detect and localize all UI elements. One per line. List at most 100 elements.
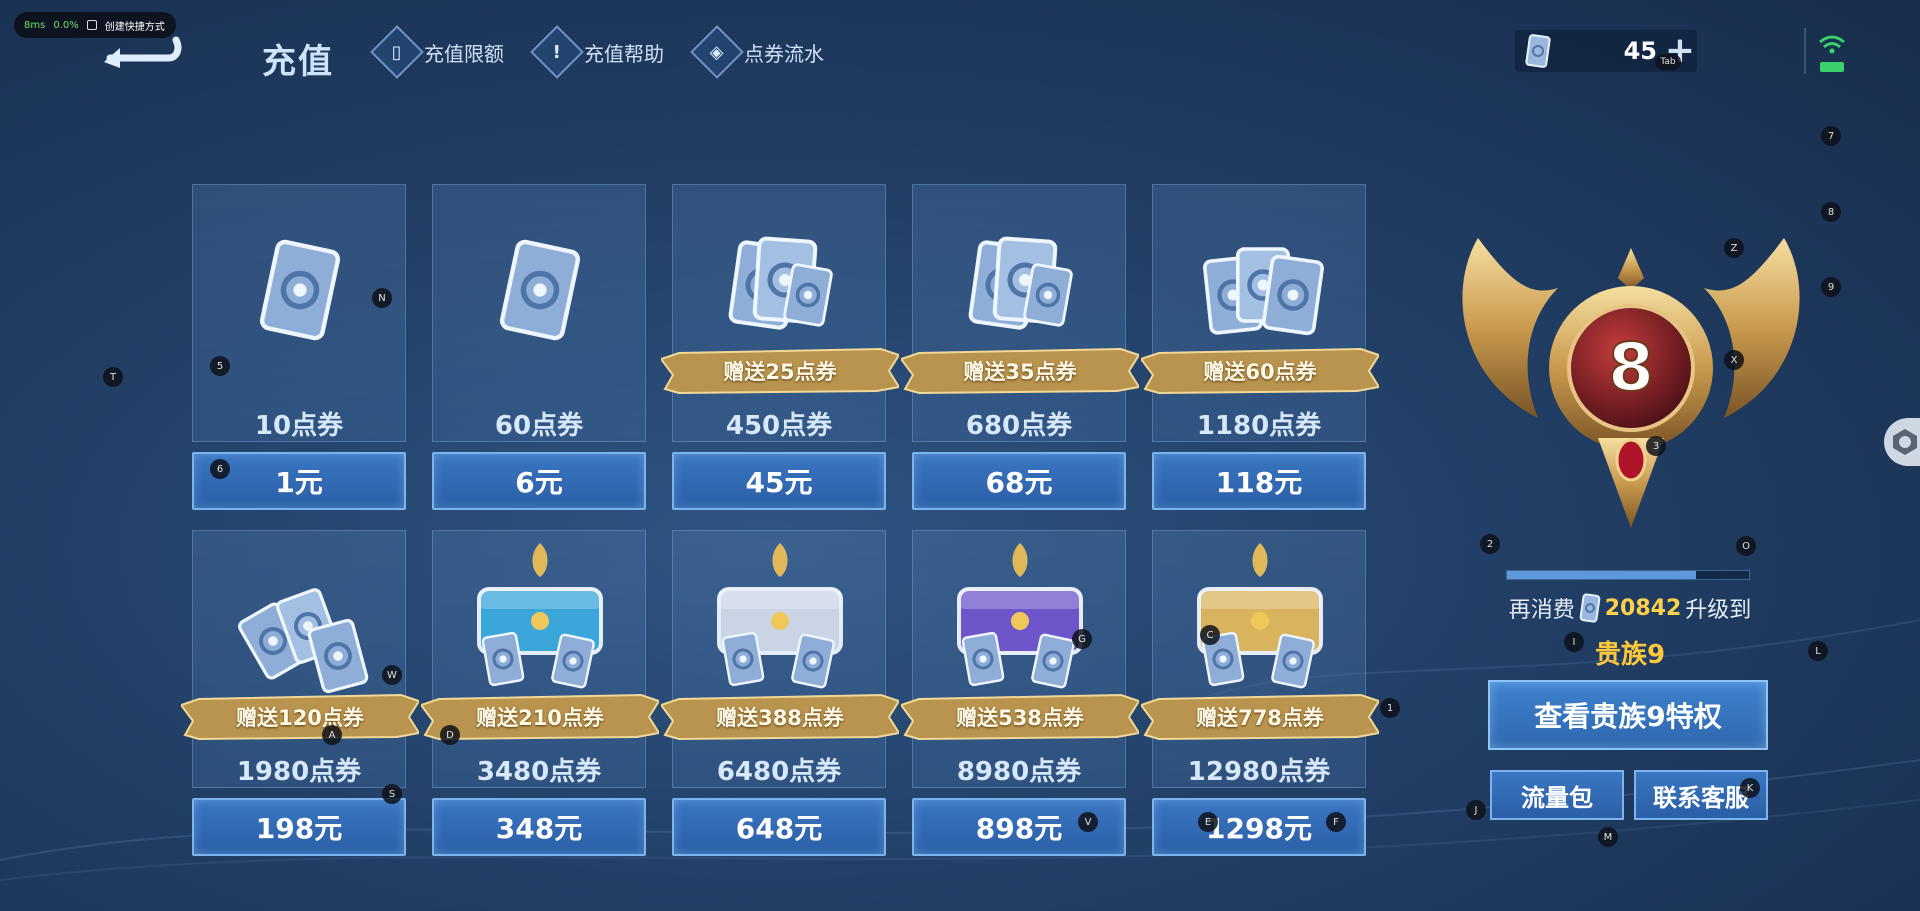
product-card[interactable]: 赠送25点券 450点券 xyxy=(659,184,901,442)
coupon-history-label: 点券流水 xyxy=(744,41,824,66)
bonus-text: 赠送35点券 xyxy=(963,360,1077,384)
bonus-text: 赠送778点券 xyxy=(1196,706,1324,730)
exclamation-icon: ! xyxy=(530,25,584,79)
points-amount: 12980点券 xyxy=(1187,757,1331,787)
buy-price-button[interactable]: 348元 xyxy=(432,798,646,856)
product-card[interactable]: 赠送778点券 12980点券 xyxy=(1139,530,1381,788)
hotkey-hint: K xyxy=(1740,778,1760,798)
hotkey-hint: J xyxy=(1466,800,1486,820)
hotkey-hint: F xyxy=(1326,812,1346,832)
points-amount: 3480点券 xyxy=(476,757,602,787)
recharge-help-link[interactable]: ! 充值帮助 xyxy=(530,25,664,79)
hotkey-hint: N xyxy=(372,288,392,308)
points-amount: 60点券 xyxy=(494,411,584,441)
hotkey-hint: G xyxy=(1072,629,1092,649)
hotkey-hint: T xyxy=(103,367,123,387)
product-card[interactable]: 赠送35点券 680点券 xyxy=(899,184,1141,442)
buy-price-button[interactable]: 648元 xyxy=(672,798,886,856)
page-title: 充值 xyxy=(262,42,334,82)
bonus-text: 赠送60点券 xyxy=(1203,360,1317,384)
product-card[interactable]: 赠送60点券 1180点券 xyxy=(1139,184,1381,442)
coupon-icon: ◈ xyxy=(690,25,744,79)
hotkey-hint: X xyxy=(1724,350,1744,370)
bonus-text: 赠送388点券 xyxy=(716,706,844,730)
bonus-ribbon: 赠送120点券 xyxy=(179,691,421,741)
hotkey-hint: 7 xyxy=(1821,126,1841,146)
hotkey-hint: 8 xyxy=(1821,202,1841,222)
noble-progress-fill xyxy=(1507,571,1696,579)
bonus-ribbon: 赠送388点券 xyxy=(659,691,901,741)
recharge-help-label: 充值帮助 xyxy=(584,41,664,66)
hotkey-hint: 1 xyxy=(1380,698,1400,718)
product-card[interactable]: 赠送538点券 8980点券 xyxy=(899,530,1141,788)
bonus-ribbon: 赠送25点券 xyxy=(659,345,901,395)
hotkey-hint: A xyxy=(322,725,342,745)
cpu-text: 0.0% xyxy=(53,19,79,31)
product-card[interactable]: 赠送120点券 1980点券 xyxy=(179,530,421,788)
product-card[interactable]: 赠送388点券 6480点券 xyxy=(659,530,901,788)
hotkey-hint: C xyxy=(1200,625,1220,645)
buy-price-button[interactable]: 118元 xyxy=(1152,452,1366,510)
spend-suffix: 升级到 xyxy=(1685,598,1752,623)
coupon-bundle-icon xyxy=(499,239,581,341)
spend-prefix: 再消费 xyxy=(1508,598,1575,623)
coupon-card-icon xyxy=(1579,593,1601,623)
points-amount: 8980点券 xyxy=(956,757,1082,787)
hotkey-hint: L xyxy=(1808,641,1828,661)
next-noble-level: 贵族9 xyxy=(1594,640,1666,670)
traffic-package-button[interactable]: 流量包 xyxy=(1490,770,1624,820)
side-drawer-handle[interactable] xyxy=(1884,418,1920,466)
product-card[interactable]: 60点券 xyxy=(432,184,646,442)
buy-price-button[interactable]: 45元 xyxy=(672,452,886,510)
coupon-card-icon xyxy=(1525,34,1551,68)
buy-price-button[interactable]: 198元 xyxy=(192,798,406,856)
upgrade-requirement: 再消费 20842 升级到 xyxy=(1440,592,1820,624)
bonus-ribbon: 赠送35点券 xyxy=(899,345,1141,395)
hotkey-hint: E xyxy=(1198,812,1218,832)
hotkey-hint: W xyxy=(382,665,402,685)
bonus-text: 赠送120点券 xyxy=(236,706,364,730)
hotkey-hint: 5 xyxy=(210,356,230,376)
status-divider xyxy=(1804,28,1806,74)
points-amount: 1180点券 xyxy=(1196,411,1322,441)
points-amount: 6480点券 xyxy=(716,757,842,787)
hotkey-hint: I xyxy=(1564,632,1584,652)
hotkey-hint: Z xyxy=(1724,238,1744,258)
recharge-limit-label: 充值限额 xyxy=(424,41,504,66)
coupon-history-link[interactable]: ◈ 点券流水 xyxy=(690,25,824,79)
points-amount: 10点券 xyxy=(254,411,344,441)
points-amount: 1980点券 xyxy=(236,757,362,787)
product-card[interactable]: 10点券 xyxy=(192,184,406,442)
card-icon: ▯ xyxy=(370,25,424,79)
latency-text: 8ms xyxy=(24,19,46,31)
hotkey-hint: D xyxy=(440,725,460,745)
bonus-text: 赠送538点券 xyxy=(956,706,1084,730)
view-privilege-button[interactable]: 查看贵族9特权 xyxy=(1488,680,1768,750)
product-card[interactable]: 赠送210点券 3480点券 xyxy=(419,530,661,788)
hotkey-hint: V xyxy=(1078,812,1098,832)
noble-progress-bar xyxy=(1506,570,1750,580)
shortcut-icon xyxy=(86,20,97,30)
buy-price-button[interactable]: 68元 xyxy=(912,452,1126,510)
bonus-ribbon: 赠送538点券 xyxy=(899,691,1141,741)
hotkey-hint: 3 xyxy=(1646,436,1666,456)
hotkey-hint: 2 xyxy=(1480,534,1500,554)
wifi-battery-icon xyxy=(1819,35,1845,72)
coupon-balance-value: 45 xyxy=(1623,37,1657,65)
hotkey-hint: 6 xyxy=(210,459,230,479)
bonus-text: 赠送25点券 xyxy=(723,360,837,384)
points-amount: 450点券 xyxy=(725,411,833,441)
noble-level-text: 8 xyxy=(1608,329,1654,406)
points-amount: 680点券 xyxy=(965,411,1073,441)
bonus-ribbon: 赠送778点券 xyxy=(1139,691,1381,741)
back-arrow-icon[interactable] xyxy=(100,22,184,72)
hexagon-icon xyxy=(1893,429,1917,455)
hotkey-hint: M xyxy=(1598,827,1618,847)
noble-emblem-icon: 8 xyxy=(1462,238,1800,528)
hotkey-hint: S xyxy=(382,784,402,804)
hotkey-hint: 9 xyxy=(1821,277,1841,297)
recharge-limit-link[interactable]: ▯ 充值限额 xyxy=(370,25,504,79)
bonus-ribbon: 赠送60点券 xyxy=(1139,345,1381,395)
hotkey-hint: O xyxy=(1736,536,1756,556)
buy-price-button[interactable]: 6元 xyxy=(432,452,646,510)
